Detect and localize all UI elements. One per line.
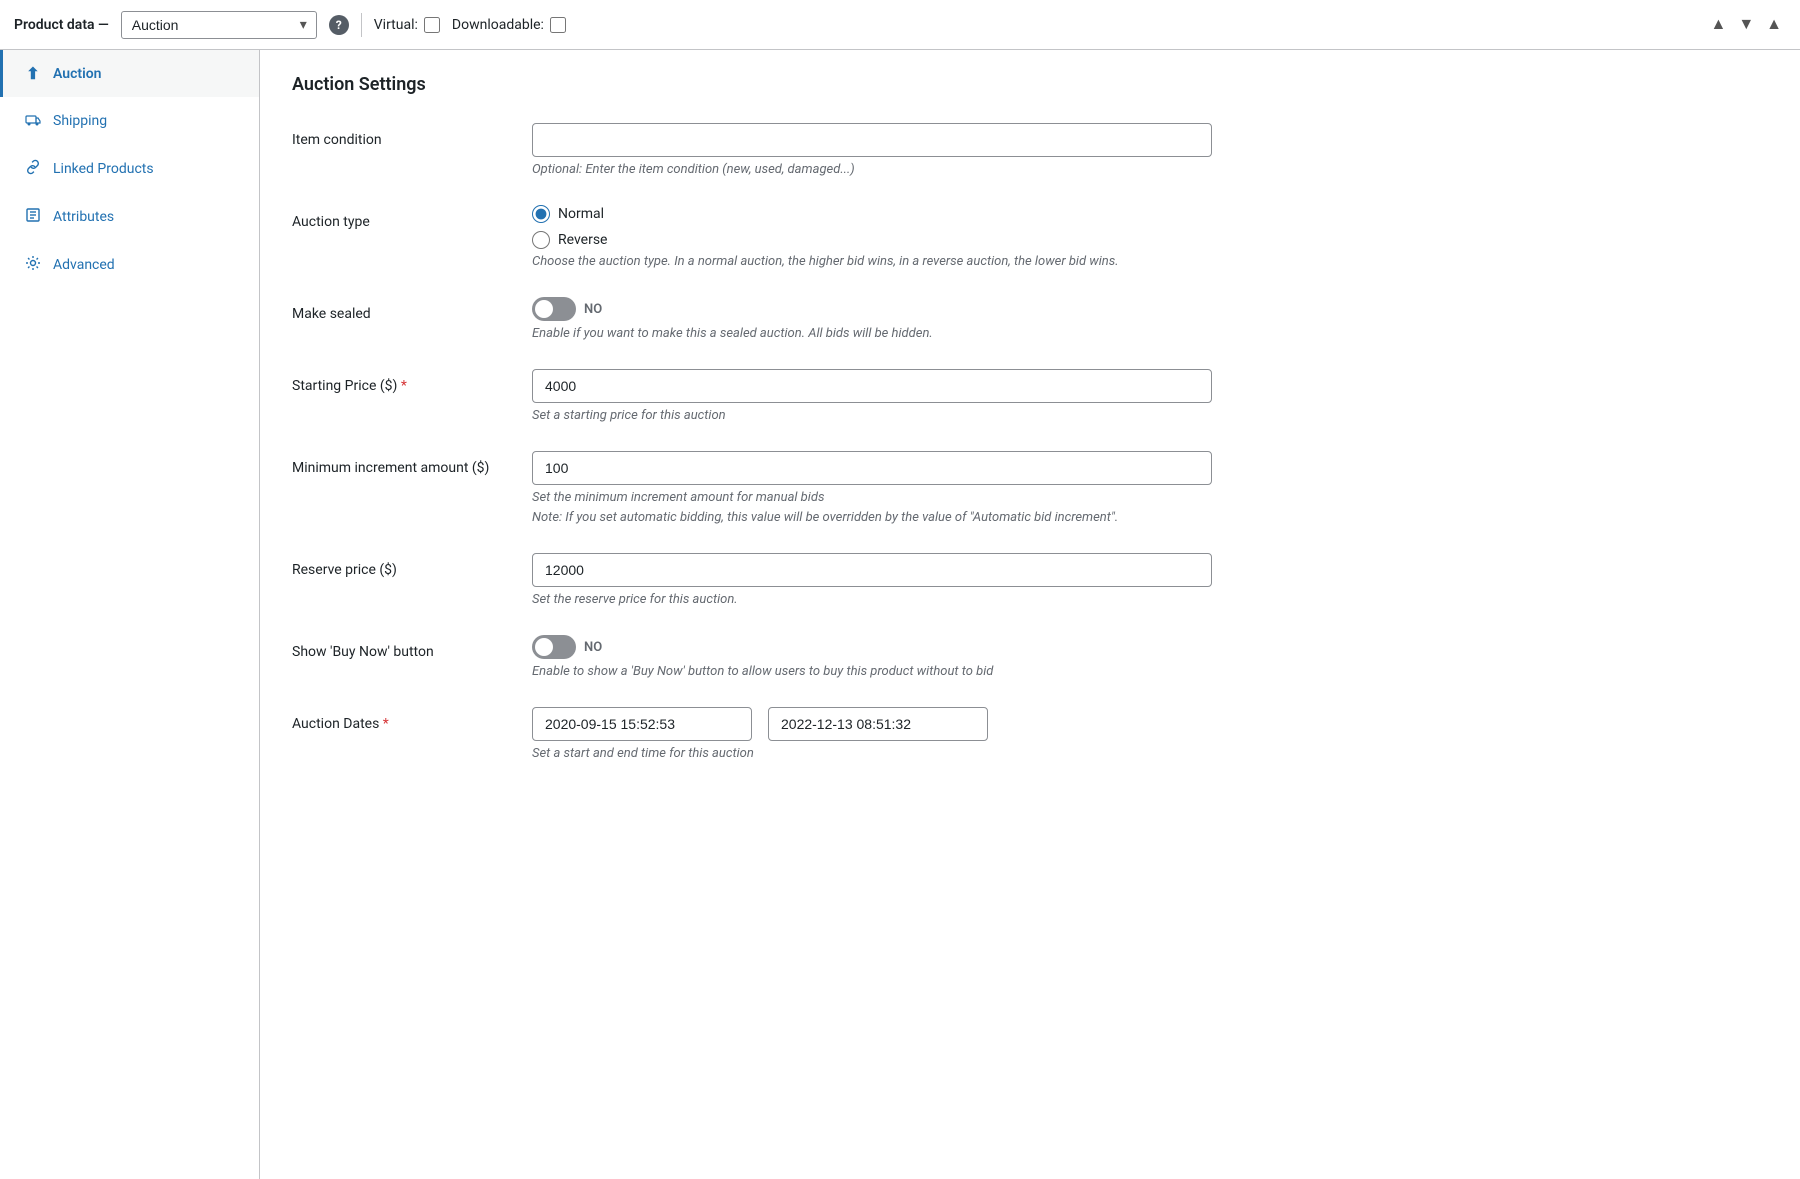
main-layout: ⬆ Auction Shipping Linked Products Attri… <box>0 50 1800 1179</box>
auction-type-normal-radio[interactable] <box>532 205 550 223</box>
auction-start-date-input[interactable] <box>532 707 752 741</box>
section-title: Auction Settings <box>292 74 1768 95</box>
starting-price-row: Starting Price ($) * Set a starting pric… <box>292 369 1768 423</box>
sidebar-item-advanced-label: Advanced <box>53 257 115 273</box>
make-sealed-toggle-wrap: NO <box>532 297 1212 321</box>
product-type-select-wrap: Auction Simple product Grouped product E… <box>121 11 317 39</box>
auction-icon: ⬆ <box>23 64 43 83</box>
starting-price-hint: Set a starting price for this auction <box>532 408 1212 423</box>
item-condition-field: Optional: Enter the item condition (new,… <box>532 123 1212 177</box>
sidebar-item-advanced[interactable]: Advanced <box>0 241 259 289</box>
reserve-price-label: Reserve price ($) <box>292 553 512 581</box>
help-icon[interactable]: ? <box>329 15 349 35</box>
sidebar: ⬆ Auction Shipping Linked Products Attri… <box>0 50 260 1179</box>
auction-type-normal-option[interactable]: Normal <box>532 205 1212 223</box>
item-condition-input[interactable] <box>532 123 1212 157</box>
sidebar-item-linked-products-label: Linked Products <box>53 161 154 177</box>
sidebar-item-shipping-label: Shipping <box>53 113 107 129</box>
reserve-price-row: Reserve price ($) Set the reserve price … <box>292 553 1768 607</box>
product-data-bar: Product data — Auction Simple product Gr… <box>0 0 1800 50</box>
virtual-checkbox[interactable] <box>424 17 440 33</box>
product-type-select[interactable]: Auction Simple product Grouped product E… <box>121 11 317 39</box>
auction-dates-row: Auction Dates * Set a start and end time… <box>292 707 1768 761</box>
auction-type-reverse-radio[interactable] <box>532 231 550 249</box>
buy-now-field: NO Enable to show a 'Buy Now' button to … <box>532 635 1212 679</box>
starting-price-input[interactable] <box>532 369 1212 403</box>
item-condition-label: Item condition <box>292 123 512 151</box>
buy-now-label: Show 'Buy Now' button <box>292 635 512 663</box>
auction-dates-hint: Set a start and end time for this auctio… <box>532 746 1212 761</box>
make-sealed-toggle-label: NO <box>584 302 602 317</box>
expand-button[interactable]: ▲ <box>1762 14 1786 36</box>
minimum-increment-hint2: Note: If you set automatic bidding, this… <box>532 510 1212 525</box>
reserve-price-input[interactable] <box>532 553 1212 587</box>
sidebar-item-attributes-label: Attributes <box>53 209 114 225</box>
date-inputs-wrap <box>532 707 1212 741</box>
auction-type-reverse-option[interactable]: Reverse <box>532 231 1212 249</box>
sidebar-item-linked-products[interactable]: Linked Products <box>0 145 259 193</box>
make-sealed-hint: Enable if you want to make this a sealed… <box>532 326 1212 341</box>
minimum-increment-field: Set the minimum increment amount for man… <box>532 451 1212 525</box>
starting-price-label: Starting Price ($) * <box>292 369 512 397</box>
minimum-increment-row: Minimum increment amount ($) Set the min… <box>292 451 1768 525</box>
sidebar-item-auction[interactable]: ⬆ Auction <box>0 50 259 97</box>
downloadable-label: Downloadable: <box>452 17 544 33</box>
auction-type-field: Normal Reverse Choose the auction type. … <box>532 205 1212 269</box>
shipping-icon <box>23 111 43 131</box>
starting-price-field: Set a starting price for this auction <box>532 369 1212 423</box>
auction-type-row: Auction type Normal Reverse Choose the a… <box>292 205 1768 269</box>
make-sealed-toggle[interactable] <box>532 297 576 321</box>
auction-dates-label: Auction Dates * <box>292 707 512 735</box>
make-sealed-slider <box>532 297 576 321</box>
item-condition-row: Item condition Optional: Enter the item … <box>292 123 1768 177</box>
divider <box>361 13 362 37</box>
sidebar-item-attributes[interactable]: Attributes <box>0 193 259 241</box>
auction-type-label: Auction type <box>292 205 512 233</box>
reserve-price-field: Set the reserve price for this auction. <box>532 553 1212 607</box>
virtual-label: Virtual: <box>374 17 418 33</box>
buy-now-slider <box>532 635 576 659</box>
auction-type-reverse-label: Reverse <box>558 232 607 248</box>
collapse-arrows: ▲ ▼ ▲ <box>1706 14 1786 36</box>
buy-now-hint: Enable to show a 'Buy Now' button to all… <box>532 664 1212 679</box>
make-sealed-row: Make sealed NO Enable if you want to mak… <box>292 297 1768 341</box>
buy-now-row: Show 'Buy Now' button NO Enable to show … <box>292 635 1768 679</box>
collapse-up-button[interactable]: ▲ <box>1706 14 1730 36</box>
advanced-icon <box>23 255 43 275</box>
auction-dates-required: * <box>383 716 389 732</box>
minimum-increment-input[interactable] <box>532 451 1212 485</box>
minimum-increment-label: Minimum increment amount ($) <box>292 451 512 479</box>
auction-dates-field: Set a start and end time for this auctio… <box>532 707 1212 761</box>
collapse-down-button[interactable]: ▼ <box>1734 14 1758 36</box>
attributes-icon <box>23 207 43 227</box>
reserve-price-hint: Set the reserve price for this auction. <box>532 592 1212 607</box>
product-data-label: Product data — <box>14 17 109 33</box>
auction-type-radio-group: Normal Reverse <box>532 205 1212 249</box>
auction-type-hint: Choose the auction type. In a normal auc… <box>532 254 1212 269</box>
starting-price-required: * <box>401 378 407 394</box>
linked-products-icon <box>23 159 43 179</box>
buy-now-toggle-wrap: NO <box>532 635 1212 659</box>
make-sealed-field: NO Enable if you want to make this a sea… <box>532 297 1212 341</box>
auction-end-date-input[interactable] <box>768 707 988 741</box>
downloadable-checkbox[interactable] <box>550 17 566 33</box>
sidebar-item-shipping[interactable]: Shipping <box>0 97 259 145</box>
buy-now-toggle-label: NO <box>584 640 602 655</box>
sidebar-item-auction-label: Auction <box>53 66 101 82</box>
downloadable-checkbox-wrap[interactable]: Downloadable: <box>452 17 566 33</box>
minimum-increment-hint1: Set the minimum increment amount for man… <box>532 490 1212 505</box>
item-condition-hint: Optional: Enter the item condition (new,… <box>532 162 1212 177</box>
virtual-checkbox-wrap[interactable]: Virtual: <box>374 17 440 33</box>
buy-now-toggle[interactable] <box>532 635 576 659</box>
make-sealed-label: Make sealed <box>292 297 512 325</box>
auction-type-normal-label: Normal <box>558 206 604 222</box>
main-content: Auction Settings Item condition Optional… <box>260 50 1800 1179</box>
